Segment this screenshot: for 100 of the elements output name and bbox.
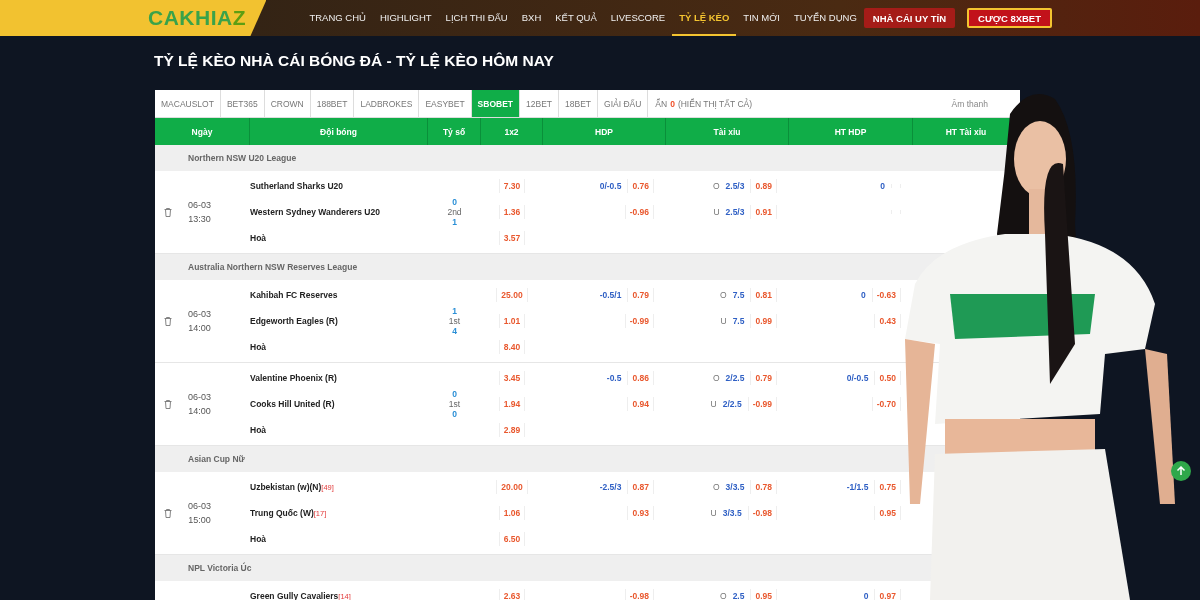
score: 0 xyxy=(452,409,457,419)
over-under-label: U xyxy=(713,207,720,217)
match-time: 06-03 13:30 xyxy=(188,199,212,226)
over-under-label: O xyxy=(712,482,720,492)
total-line: 3/3.5 xyxy=(722,508,742,518)
odds-value[interactable]: 0.99 xyxy=(750,314,777,328)
odds-value[interactable]: 0.81 xyxy=(750,288,777,302)
score: 1 xyxy=(452,217,457,227)
odds-value[interactable]: 0.75 xyxy=(874,480,901,494)
odds-value[interactable]: 1.06 xyxy=(498,506,526,520)
odds-value[interactable]: 0.87 xyxy=(627,480,654,494)
nav-link[interactable]: TRANG CHỦ xyxy=(302,0,373,36)
odds-value[interactable]: 0.95 xyxy=(750,589,777,600)
odds-value[interactable]: -0.96 xyxy=(624,205,654,219)
total-line: 7.5 xyxy=(732,290,745,300)
odds-value[interactable]: 0.79 xyxy=(627,288,654,302)
promo-button[interactable]: CƯỢC 8XBET xyxy=(967,8,1052,28)
odds-value[interactable]: 7.30 xyxy=(498,179,526,193)
trash-icon[interactable] xyxy=(164,399,172,409)
odds-value[interactable]: 1.01 xyxy=(498,314,526,328)
match-period: 1st xyxy=(448,399,461,409)
handicap-line: 0/-0.5 xyxy=(846,373,869,383)
handicap-line: -2.5/3 xyxy=(599,482,622,492)
odds-value[interactable]: 3.45 xyxy=(498,371,526,385)
odds-value[interactable]: 0.95 xyxy=(874,506,901,520)
nav-link[interactable]: TỶ LỆ KÈO xyxy=(672,0,737,36)
match-time: 06-03 15:00 xyxy=(188,500,212,527)
handicap-line: 0 xyxy=(880,181,885,191)
show-all-link[interactable]: (HIỂN THỊ TẤT CẢ) xyxy=(677,98,753,109)
handicap-line: 0/-0.5 xyxy=(599,181,622,191)
sound-toggle[interactable]: Âm thanh xyxy=(951,98,1020,109)
trash-icon[interactable] xyxy=(164,316,172,326)
hidden-count: 0 xyxy=(670,98,675,109)
total-line: 2.5/3 xyxy=(725,207,745,217)
score: 4 xyxy=(452,326,457,336)
total-line: 2.5/3 xyxy=(725,181,745,191)
total-line: 2/2.5 xyxy=(722,399,742,409)
nav-link[interactable]: TUYỂN DỤNG xyxy=(787,0,864,36)
odds-value[interactable]: 25.00 xyxy=(496,288,528,302)
odds-value[interactable]: 0.79 xyxy=(750,371,777,385)
nav-link[interactable]: HIGHLIGHT xyxy=(372,0,439,36)
nav-link[interactable]: LỊCH THI ĐẤU xyxy=(438,0,515,36)
scroll-top-button[interactable] xyxy=(1171,461,1191,481)
over-under-label: U xyxy=(710,508,717,518)
odds-value[interactable]: -0.99 xyxy=(747,397,777,411)
hidden-label: ẨN xyxy=(655,98,668,109)
odds-value[interactable]: 8.40 xyxy=(498,340,526,354)
odds-value[interactable]: -0.70 xyxy=(871,397,901,411)
nav-link[interactable]: BXH xyxy=(514,0,549,36)
odds-value[interactable]: 1.94 xyxy=(498,397,526,411)
over-under-label: O xyxy=(720,591,727,600)
nav-link[interactable]: LIVESCORE xyxy=(603,0,673,36)
odds-value[interactable]: 0.94 xyxy=(627,397,654,411)
match-period: 2nd xyxy=(447,207,462,217)
odds-value[interactable]: 0.86 xyxy=(627,371,654,385)
team-name: Hoà xyxy=(250,233,268,243)
team-name: Cooks Hill United (R) xyxy=(250,399,336,409)
team-name: Western Sydney Wanderers U20 xyxy=(250,207,381,217)
odds-value[interactable]: -0.98 xyxy=(624,589,654,600)
over-under-label: O xyxy=(712,373,720,383)
trash-icon[interactable] xyxy=(164,508,172,518)
over-under-label: O xyxy=(720,290,727,300)
odds-value[interactable]: 2.63 xyxy=(498,589,526,600)
odds-value[interactable]: -0.99 xyxy=(624,314,654,328)
match-time: 06-03 14:00 xyxy=(188,391,212,418)
odds-value[interactable]: 0.97 xyxy=(874,589,901,600)
odds-value[interactable]: -0.63 xyxy=(871,288,901,302)
team-name: Sutherland Sharks U20 xyxy=(250,181,345,191)
odds-value[interactable]: 1.36 xyxy=(498,205,526,219)
score: 1 xyxy=(452,306,457,316)
odds-value[interactable]: 0.78 xyxy=(750,480,777,494)
arrow-up-icon xyxy=(1176,466,1186,476)
nav-link[interactable]: TIN MỚI xyxy=(736,0,787,36)
odds-value[interactable]: 6.50 xyxy=(498,532,526,546)
team-name: Edgeworth Eagles (R) xyxy=(250,316,339,326)
odds-value[interactable]: 3.57 xyxy=(498,231,526,245)
over-under-label: U xyxy=(710,399,717,409)
odds-value[interactable]: -0.98 xyxy=(747,506,777,520)
odds-value[interactable]: 2.89 xyxy=(498,423,526,437)
odds-value[interactable]: 0.91 xyxy=(750,205,777,219)
promo-button[interactable]: NHÀ CÁI UY TÍN xyxy=(863,8,956,28)
odds-value[interactable]: 0.43 xyxy=(874,314,901,328)
score: 0 xyxy=(452,197,457,207)
over-under-label: U xyxy=(720,316,727,326)
odds-value[interactable]: 0.89 xyxy=(750,179,777,193)
odds-value[interactable]: 0.50 xyxy=(874,371,901,385)
total-line: 2/2.5 xyxy=(725,373,745,383)
match-period: 1st xyxy=(448,316,461,326)
handicap-line: -1/1.5 xyxy=(846,482,869,492)
bookmaker-tab[interactable]: SBOBET xyxy=(471,90,520,117)
odds-value[interactable]: 20.00 xyxy=(496,480,528,494)
team-name: Hoà xyxy=(250,342,268,352)
total-line: 3/3.5 xyxy=(725,482,745,492)
handicap-line: 0 xyxy=(860,290,866,300)
odds-value[interactable]: 0.76 xyxy=(627,179,654,193)
nav-link[interactable]: KẾT QUẢ xyxy=(548,0,604,36)
odds-value[interactable]: 0.93 xyxy=(627,506,654,520)
team-name: Hoà xyxy=(250,425,268,435)
page-title: TỶ LỆ KÈO NHÀ CÁI BÓNG ĐÁ - TỶ LỆ KÈO HÔM NAY xyxy=(153,51,555,71)
trash-icon[interactable] xyxy=(164,207,172,217)
